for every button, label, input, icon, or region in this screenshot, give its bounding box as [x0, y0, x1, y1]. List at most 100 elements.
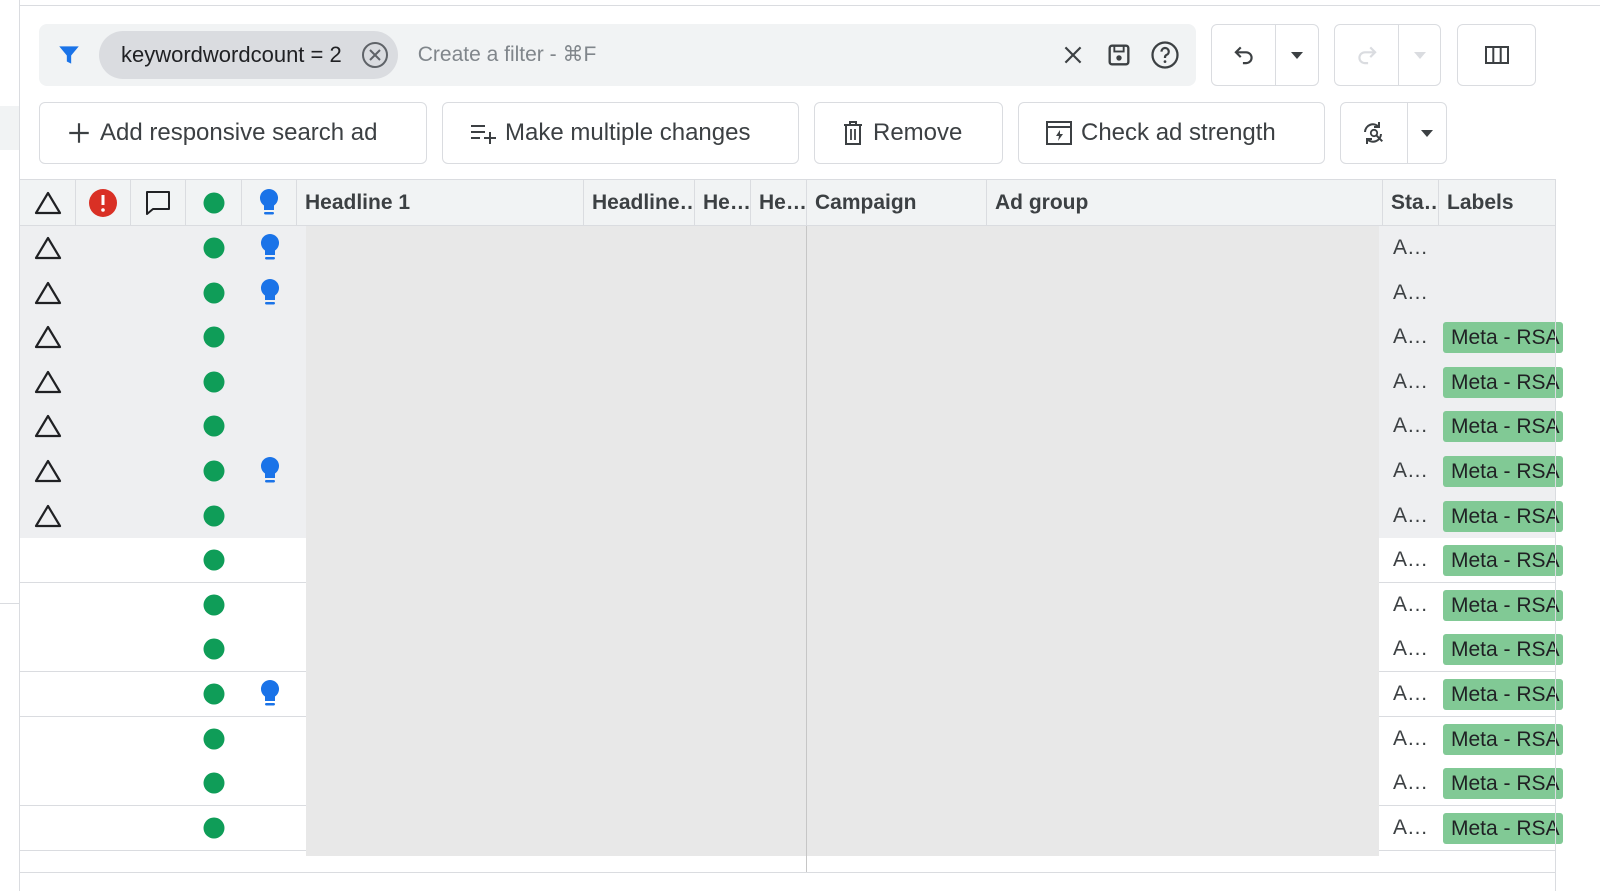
enabled-status-icon[interactable] — [186, 717, 242, 761]
status-cell: A… — [1393, 504, 1429, 527]
label-chip[interactable]: Meta - RSA — [1443, 634, 1563, 665]
col-labels[interactable]: Labels — [1439, 180, 1556, 226]
label-chip[interactable]: Meta - RSA — [1443, 724, 1563, 755]
col-headline-1[interactable]: Headline 1 — [297, 180, 584, 226]
enabled-status-icon[interactable] — [186, 806, 242, 850]
refresh-button[interactable] — [1341, 103, 1407, 163]
redo-button[interactable] — [1335, 25, 1398, 85]
status-cell: A… — [1393, 281, 1429, 304]
enabled-status-icon[interactable] — [186, 627, 242, 671]
col-status-dot[interactable] — [186, 180, 242, 226]
enabled-status-icon[interactable] — [186, 449, 242, 493]
filter-input[interactable] — [397, 43, 1050, 67]
col-comment[interactable] — [131, 180, 186, 226]
undo-group — [1211, 24, 1319, 86]
lightbulb-icon — [258, 188, 280, 218]
status-cell: A… — [1393, 771, 1429, 794]
redo-dropdown-button[interactable] — [1398, 25, 1440, 85]
label-chip[interactable]: Meta - RSA — [1443, 322, 1563, 353]
remove-label: Remove — [873, 119, 963, 146]
undo-icon — [1231, 42, 1257, 68]
circle-x-icon[interactable] — [360, 40, 390, 70]
warning-triangle-icon[interactable] — [20, 449, 76, 493]
filter-bar: keywordwordcount = 2 — [39, 24, 1196, 86]
caret-down-icon — [1420, 128, 1434, 138]
lightbulb-icon[interactable] — [242, 271, 298, 315]
label-chip[interactable]: Meta - RSA — [1443, 590, 1563, 621]
warning-triangle-icon[interactable] — [20, 360, 76, 404]
undo-dropdown-button[interactable] — [1275, 25, 1318, 85]
check-strength-label: Check ad strength — [1081, 119, 1276, 146]
check-ad-strength-button[interactable]: Check ad strength — [1018, 102, 1325, 164]
enabled-status-icon[interactable] — [186, 583, 242, 627]
close-icon[interactable] — [1050, 42, 1096, 68]
label-chip[interactable]: Meta - RSA — [1443, 411, 1563, 442]
add-responsive-search-ad-button[interactable]: Add responsive search ad — [39, 102, 427, 164]
status-cell: A… — [1393, 682, 1429, 705]
status-cell: A… — [1393, 414, 1429, 437]
header-label: Headline… — [592, 191, 695, 214]
status-cell: A… — [1393, 816, 1429, 839]
warning-triangle-icon[interactable] — [20, 494, 76, 538]
columns-button[interactable] — [1457, 24, 1536, 86]
save-icon[interactable] — [1096, 41, 1142, 69]
left-panel-edge — [0, 0, 20, 891]
header-label: Campaign — [815, 191, 917, 214]
filter-chip[interactable]: keywordwordcount = 2 — [99, 31, 398, 79]
refresh-dropdown-button[interactable] — [1407, 103, 1446, 163]
col-campaign[interactable]: Campaign — [807, 180, 987, 226]
header-label: Sta… — [1391, 191, 1438, 214]
warning-triangle-icon[interactable] — [20, 315, 76, 359]
enabled-status-icon[interactable] — [186, 761, 242, 805]
label-chip[interactable]: Meta - RSA — [1443, 456, 1563, 487]
col-headline-4[interactable]: He… — [751, 180, 807, 226]
enabled-status-icon[interactable] — [186, 538, 242, 582]
top-divider — [20, 5, 1600, 6]
label-chip[interactable]: Meta - RSA — [1443, 813, 1563, 844]
columns-icon — [1484, 44, 1510, 66]
undo-button[interactable] — [1212, 25, 1275, 85]
enabled-status-icon[interactable] — [186, 360, 242, 404]
label-chip[interactable]: Meta - RSA — [1443, 679, 1563, 710]
warning-triangle-icon[interactable] — [20, 226, 76, 270]
col-ad-group[interactable]: Ad group — [987, 180, 1383, 226]
plus-icon — [66, 120, 92, 146]
enabled-status-icon[interactable] — [186, 672, 242, 716]
filter-icon[interactable] — [39, 42, 99, 68]
lightbulb-icon[interactable] — [242, 226, 298, 270]
header-label: Ad group — [995, 191, 1089, 214]
col-headline-2[interactable]: Headline… — [584, 180, 695, 226]
enabled-status-icon[interactable] — [186, 404, 242, 448]
col-error[interactable] — [76, 180, 131, 226]
label-chip[interactable]: Meta - RSA — [1443, 367, 1563, 398]
enabled-status-icon[interactable] — [186, 315, 242, 359]
label-chip[interactable]: Meta - RSA — [1443, 545, 1563, 576]
label-chip[interactable]: Meta - RSA — [1443, 501, 1563, 532]
enabled-status-icon[interactable] — [186, 494, 242, 538]
status-cell: A… — [1393, 459, 1429, 482]
status-cell: A… — [1393, 370, 1429, 393]
make-multiple-changes-button[interactable]: Make multiple changes — [442, 102, 799, 164]
header-label: Labels — [1447, 191, 1514, 214]
refresh-group — [1340, 102, 1447, 164]
refresh-search-icon — [1359, 118, 1389, 148]
col-idea[interactable] — [242, 180, 297, 226]
left-panel-tab[interactable] — [0, 106, 19, 150]
add-rsa-label: Add responsive search ad — [100, 119, 378, 146]
lightbulb-icon[interactable] — [242, 672, 298, 716]
col-headline-3[interactable]: He… — [695, 180, 751, 226]
col-status[interactable]: Sta… — [1383, 180, 1439, 226]
enabled-status-icon[interactable] — [186, 271, 242, 315]
header-label: Headline 1 — [305, 191, 411, 214]
lightbulb-icon[interactable] — [242, 449, 298, 493]
label-chip[interactable]: Meta - RSA — [1443, 768, 1563, 799]
redo-group — [1334, 24, 1441, 86]
help-icon[interactable] — [1142, 40, 1188, 70]
warning-triangle-icon[interactable] — [20, 271, 76, 315]
col-warning[interactable] — [20, 180, 76, 226]
enabled-status-icon[interactable] — [186, 226, 242, 270]
filter-chip-label: keywordwordcount = 2 — [121, 42, 342, 67]
warning-triangle-icon[interactable] — [20, 404, 76, 448]
remove-button[interactable]: Remove — [814, 102, 1003, 164]
status-cell: A… — [1393, 637, 1429, 660]
